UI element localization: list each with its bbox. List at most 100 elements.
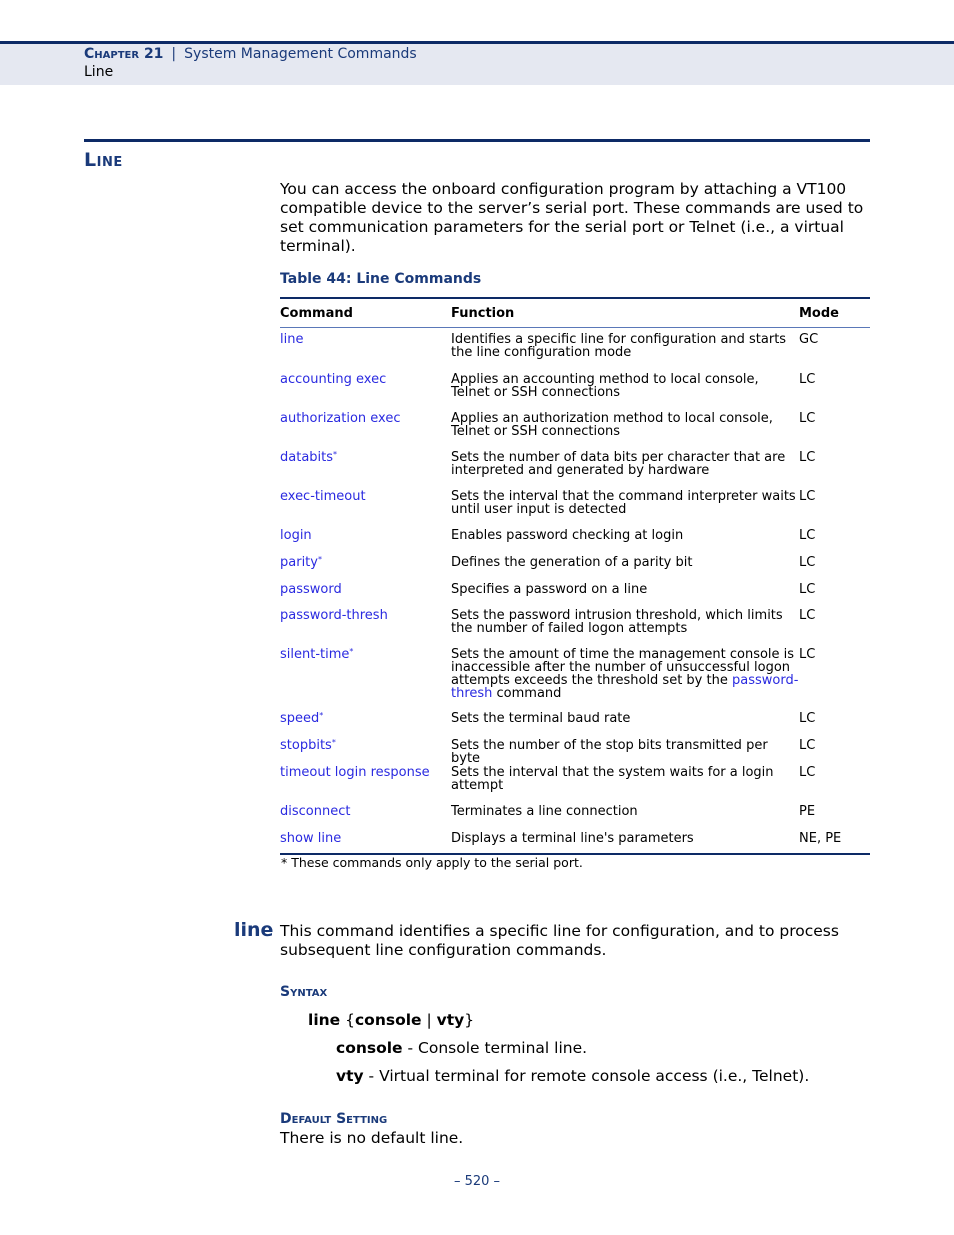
table-row: show line Displays a terminal line's para… (280, 826, 870, 853)
command-function: Sets the amount of time the management c… (451, 648, 799, 706)
command-mode: LC (799, 765, 816, 780)
command-link-text[interactable]: timeout login response (280, 765, 430, 780)
command-mode: LC (799, 528, 816, 543)
command-link-text[interactable]: exec-timeout (280, 489, 366, 504)
command-mode: LC (799, 738, 816, 753)
command-function: Defines the generation of a parity bit (451, 555, 693, 570)
syntax-bar: | (421, 1011, 437, 1029)
page-number: – 520 – (453, 1174, 501, 1189)
command-link-text[interactable]: speed (280, 711, 319, 726)
param-name: console (336, 1039, 403, 1057)
command-link[interactable]: stopbits* (280, 739, 451, 760)
command-description: This command identifies a specific line … (280, 922, 839, 959)
command-mode: GC (799, 332, 819, 347)
command-link-text[interactable]: silent-time (280, 647, 349, 662)
command-link[interactable]: line (280, 333, 451, 367)
chapter-title: System Management Commands (184, 46, 417, 62)
command-link-text[interactable]: databits (280, 450, 333, 465)
table-row: password Specifies a password on a line LC (280, 577, 870, 603)
command-link[interactable]: accounting exec (280, 373, 451, 406)
syntax-line: line {console | vty} (308, 1011, 474, 1029)
function-text: command (492, 686, 562, 701)
table-footnote: * These commands only apply to the seria… (281, 855, 583, 870)
default-setting-text: There is no default line. (280, 1129, 464, 1147)
command-mode: LC (799, 608, 816, 623)
command-mode: PE (799, 804, 816, 819)
command-function: Sets the terminal baud rate (451, 711, 631, 726)
command-mode: LC (799, 411, 816, 426)
command-link-text[interactable]: login (280, 528, 312, 543)
command-link[interactable]: silent-time* (280, 648, 451, 706)
command-function: Specifies a password on a line (451, 582, 648, 597)
syntax-option-console: console (354, 1011, 422, 1029)
header-separator: | (171, 46, 177, 62)
command-link[interactable]: login (280, 529, 451, 550)
chapter-number: Chapter 21 (84, 46, 164, 62)
serial-only-asterisk: * (349, 647, 354, 656)
command-link-text[interactable]: parity (280, 555, 318, 570)
command-link-text[interactable]: password-thresh (280, 608, 388, 623)
command-link[interactable]: exec-timeout (280, 490, 451, 523)
syntax-keyword: line (308, 1011, 341, 1029)
command-link-text[interactable]: line (280, 332, 303, 347)
serial-only-asterisk: * (317, 555, 322, 564)
running-header-chapter: Chapter 21 | System Management Commands (84, 46, 417, 62)
command-name: line (234, 919, 274, 941)
header-command: Command (280, 305, 353, 321)
serial-only-asterisk: * (333, 450, 338, 459)
command-link[interactable]: parity* (280, 556, 451, 577)
command-mode: LC (799, 555, 816, 570)
serial-only-asterisk: * (331, 738, 336, 747)
command-link-text[interactable]: authorization exec (280, 411, 401, 426)
command-link[interactable]: password-thresh (280, 609, 451, 642)
command-mode: LC (799, 489, 816, 504)
command-link-text[interactable]: stopbits (280, 738, 332, 753)
command-link-text[interactable]: disconnect (280, 804, 350, 819)
command-link-text[interactable]: accounting exec (280, 372, 386, 387)
table-row: parity* Defines the generation of a parit… (280, 550, 870, 577)
running-header-section: Line (84, 64, 114, 80)
table-row: authorization exec Applies an authorizati… (280, 406, 870, 445)
command-function: Sets the number of data bits per charact… (451, 450, 786, 478)
table-row: login Enables password checking at login L… (280, 523, 870, 550)
table-row: silent-time* Sets the amount of time the … (280, 642, 870, 706)
command-link[interactable]: speed* (280, 712, 451, 733)
command-link[interactable]: databits* (280, 451, 451, 484)
table-row: disconnect Terminates a line connection PE (280, 799, 870, 826)
syntax-heading: Syntax (280, 984, 328, 1000)
header-function: Function (451, 305, 515, 321)
command-function: Displays a terminal line's parameters (451, 831, 694, 846)
table-row: accounting exec Applies an accounting met… (280, 367, 870, 406)
serial-only-asterisk: * (319, 711, 324, 720)
table-row: databits* Sets the number of data bits pe… (280, 445, 870, 484)
table-row: timeout login response Sets the interval … (280, 760, 870, 799)
table-row: line Identifies a specific line for confi… (280, 328, 870, 367)
command-link-text[interactable]: show line (280, 831, 341, 846)
command-mode: LC (799, 372, 816, 387)
table-header-row: Command Function Mode (280, 299, 870, 328)
table-body: line Identifies a specific line for confi… (280, 328, 870, 853)
command-link[interactable]: disconnect (280, 805, 451, 826)
syntax-brace-close: } (464, 1011, 475, 1029)
command-link-text[interactable]: password (280, 582, 342, 597)
header-mode: Mode (799, 305, 839, 321)
command-link[interactable]: timeout login response (280, 766, 451, 799)
syntax-option-vty: vty (436, 1011, 465, 1029)
command-function: Sets the password intrusion threshold, w… (451, 608, 783, 636)
command-mode: LC (799, 647, 816, 662)
command-link[interactable]: password (280, 583, 451, 603)
command-link[interactable]: show line (280, 832, 451, 853)
default-setting-heading: Default Setting (280, 1111, 388, 1127)
table-caption: Table 44: Line Commands (280, 271, 482, 287)
command-function: Applies an accounting method to local co… (451, 372, 759, 400)
table-row: speed* Sets the terminal baud rate LC (280, 706, 870, 733)
command-link[interactable]: authorization exec (280, 412, 451, 445)
command-function: Sets the interval that the command inter… (451, 489, 796, 517)
param-name: vty (336, 1067, 364, 1085)
param-console: console - Console terminal line. (336, 1039, 587, 1057)
table-row: exec-timeout Sets the interval that the c… (280, 484, 870, 523)
syntax-brace-open: { (340, 1011, 355, 1029)
section-intro: You can access the onboard configuration… (280, 180, 864, 255)
command-mode: NE, PE (799, 831, 842, 846)
param-vty: vty - Virtual terminal for remote consol… (336, 1067, 809, 1085)
